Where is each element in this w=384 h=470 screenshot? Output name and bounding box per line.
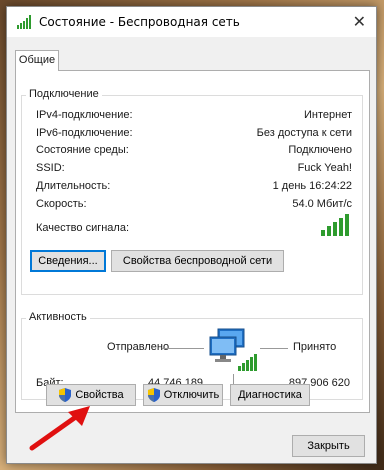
row-duration: Длительность: 1 день 16:24:22 [36, 180, 352, 196]
close-button-label: Закрыть [307, 440, 350, 453]
connection-group-title: Подключение [26, 88, 102, 100]
ssid-label: SSID: [36, 162, 65, 174]
activity-divider-left [162, 348, 204, 349]
ipv4-value: Интернет [304, 109, 352, 121]
row-signal: Качество сигнала: [36, 222, 352, 238]
tab-general[interactable]: Общие [15, 50, 59, 71]
tab-panel-general: Подключение IPv4-подключение: Интернет I… [15, 70, 370, 413]
received-label: Принято [293, 341, 337, 353]
ipv4-label: IPv4-подключение: [36, 109, 133, 121]
row-speed: Скорость: 54.0 Мбит/с [36, 198, 352, 214]
uac-shield-icon [59, 388, 72, 403]
network-computers-icon [209, 328, 257, 371]
details-button-label: Сведения... [38, 255, 98, 268]
diagnose-button-label: Диагностика [238, 389, 302, 402]
media-state-label: Состояние среды: [36, 144, 129, 156]
wireless-properties-label: Свойства беспроводной сети [122, 255, 273, 268]
close-button[interactable]: Закрыть [292, 435, 365, 457]
activity-divider-right [260, 348, 288, 349]
disable-button-label: Отключить [163, 389, 220, 402]
close-icon[interactable]: ✕ [353, 12, 366, 31]
row-ipv6: IPv6-подключение: Без доступа к сети [36, 127, 352, 143]
dialog-client: Общие Подключение IPv4-подключение: Инте… [7, 37, 376, 463]
status-dialog: Состояние - Беспроводная сеть ✕ Общие По… [6, 6, 377, 464]
signal-bars-icon [17, 15, 31, 29]
diagnose-button[interactable]: Диагностика [230, 384, 310, 406]
ipv6-label: IPv6-подключение: [36, 127, 133, 139]
row-media-state: Состояние среды: Подключено [36, 144, 352, 160]
activity-group-title: Активность [26, 311, 90, 323]
duration-label: Длительность: [36, 180, 111, 192]
uac-shield-icon [147, 388, 160, 403]
speed-value: 54.0 Мбит/с [292, 198, 352, 210]
window-title: Состояние - Беспроводная сеть [39, 15, 240, 29]
signal-strength-icon [321, 214, 349, 236]
red-arrow-annotation [29, 406, 90, 451]
connection-group: Подключение IPv4-подключение: Интернет I… [21, 88, 363, 295]
properties-button-label: Свойства [75, 389, 124, 402]
media-state-value: Подключено [288, 144, 352, 156]
row-ipv4: IPv4-подключение: Интернет [36, 109, 352, 125]
disable-button[interactable]: Отключить [143, 384, 223, 406]
duration-value: 1 день 16:24:22 [272, 180, 352, 192]
sent-label: Отправлено [107, 341, 170, 353]
signal-quality-label: Качество сигнала: [36, 222, 130, 234]
ipv6-value: Без доступа к сети [256, 127, 352, 139]
ssid-value: Fuck Yeah! [297, 162, 352, 174]
speed-label: Скорость: [36, 198, 87, 210]
details-button[interactable]: Сведения... [30, 250, 106, 272]
wireless-properties-button[interactable]: Свойства беспроводной сети [111, 250, 284, 272]
title-bar[interactable]: Состояние - Беспроводная сеть ✕ [7, 7, 376, 37]
row-ssid: SSID: Fuck Yeah! [36, 162, 352, 178]
